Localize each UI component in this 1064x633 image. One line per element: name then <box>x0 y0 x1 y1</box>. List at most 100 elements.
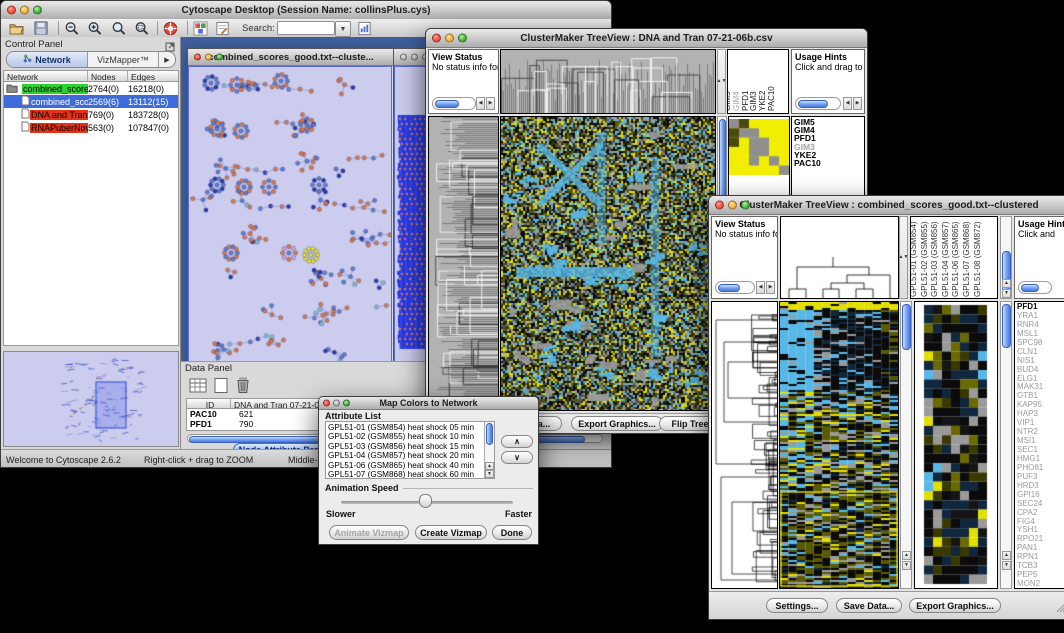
network-overview-panel[interactable] <box>3 351 179 447</box>
minimize-button[interactable] <box>411 54 418 61</box>
settings-button[interactable]: Settings... <box>766 598 828 613</box>
scroll-down-arrow[interactable]: ▼ <box>485 470 494 478</box>
scroll-down-arrow[interactable]: ▼ <box>1002 289 1011 298</box>
attribute-list-item[interactable]: GPL51-06 (GSM865) heat shock 40 min <box>328 461 494 470</box>
close-button[interactable] <box>7 6 16 15</box>
attribute-list-item[interactable]: GPL51-02 (GSM855) heat shock 10 min <box>328 432 494 441</box>
minimize-button[interactable] <box>333 400 340 407</box>
resize-grip[interactable] <box>1055 600 1064 618</box>
dialog-titlebar[interactable]: Map Colors to Network <box>319 397 538 410</box>
close-button[interactable] <box>194 54 201 61</box>
scroll-down-arrow[interactable]: ▼ <box>1002 561 1011 570</box>
zoom-button[interactable] <box>741 201 750 210</box>
scroll-left-arrow[interactable]: ◀ <box>843 97 852 110</box>
heatmap-vscroll[interactable]: ▲ ▼ <box>900 301 912 589</box>
global-heatmap-canvas[interactable] <box>501 117 715 410</box>
zoom-heatmap-canvas[interactable] <box>915 302 997 588</box>
attribute-list-item[interactable]: GPL51-04 (GSM857) heat shock 20 min <box>328 451 494 460</box>
treeview1-titlebar[interactable]: ClusterMaker TreeView : DNA and Tran 07-… <box>426 29 867 48</box>
move-up-button[interactable]: ∧ <box>501 435 533 448</box>
row-dendrogram-panel[interactable] <box>711 301 778 589</box>
zoom-button[interactable] <box>343 400 350 407</box>
speed-slider-thumb[interactable] <box>419 494 432 508</box>
tab-vizmapper[interactable]: VizMapper™ <box>88 52 159 67</box>
tab-network[interactable]: Network <box>7 52 88 67</box>
close-button[interactable] <box>715 201 724 210</box>
global-heatmap-canvas[interactable] <box>780 302 898 588</box>
overview-canvas[interactable] <box>4 352 178 446</box>
column-dendrogram-panel[interactable] <box>500 49 716 114</box>
column-labels-panel: GPL51-01 (GSM854)GPL51-02 (GSM855)GPL51-… <box>910 216 998 299</box>
scroll-up-arrow[interactable]: ▲ <box>902 551 911 560</box>
network-canvas[interactable] <box>189 67 391 361</box>
col-network[interactable]: Network <box>4 71 88 82</box>
close-button[interactable] <box>400 54 407 61</box>
status-hscroll[interactable] <box>432 97 476 110</box>
hints-hscroll[interactable] <box>795 97 841 110</box>
global-heatmap-panel[interactable] <box>500 116 716 411</box>
network-table-row[interactable]: combined_scores2764(0)16218(0) <box>4 82 178 95</box>
attribute-list-item[interactable]: GPL51-01 (GSM854) heat shock 05 min <box>328 423 494 432</box>
dendro-splitter[interactable]: ▲▼ <box>899 216 908 299</box>
hints-hscroll[interactable] <box>1018 281 1052 294</box>
close-button[interactable] <box>323 400 330 407</box>
zoom-button[interactable] <box>216 54 223 61</box>
treeview2-titlebar[interactable]: ClusterMaker TreeView : combined_scores_… <box>709 196 1064 215</box>
column-dendrogram-canvas[interactable] <box>501 50 715 113</box>
network-table-row[interactable]: DNA and Tran 07769(0)183728(0) <box>4 108 178 121</box>
minimize-button[interactable] <box>20 6 29 15</box>
attribute-select-icon[interactable] <box>189 377 207 399</box>
row-dendrogram-canvas[interactable] <box>429 117 498 410</box>
scroll-left-arrow[interactable]: ◀ <box>756 281 765 294</box>
scroll-right-arrow[interactable]: ▶ <box>853 97 862 110</box>
dendro-splitter[interactable]: ▲▼ <box>717 49 726 114</box>
scroll-down-arrow[interactable]: ▼ <box>902 561 911 570</box>
move-down-button[interactable]: ∨ <box>501 451 533 464</box>
attribute-list-item[interactable]: GPL51-03 (GSM856) heat shock 15 min <box>328 442 494 451</box>
zoom-matrix-canvas[interactable] <box>729 119 789 175</box>
scroll-up-arrow[interactable]: ▲ <box>1002 279 1011 288</box>
new-attribute-icon[interactable] <box>213 377 229 399</box>
close-button[interactable] <box>432 34 441 43</box>
main-titlebar[interactable]: Cytoscape Desktop (Session Name: collins… <box>1 1 611 20</box>
row-dendrogram-panel[interactable] <box>428 116 499 411</box>
listbox-vscroll[interactable]: ▲ ▼ <box>484 422 494 478</box>
animate-vizmap-button[interactable]: Animate Vizmap <box>329 525 409 540</box>
window-controls[interactable] <box>7 6 42 15</box>
save-data-button[interactable]: Save Data... <box>836 598 902 613</box>
scroll-up-arrow[interactable]: ▲ <box>485 462 494 470</box>
search-dropdown-button[interactable]: ▼ <box>335 21 351 37</box>
scroll-right-arrow[interactable]: ▶ <box>486 97 495 110</box>
row-dendrogram-canvas[interactable] <box>712 302 777 588</box>
status-hscroll[interactable] <box>715 281 755 294</box>
scroll-right-arrow[interactable]: ▶ <box>766 281 775 294</box>
column-dendrogram-panel[interactable] <box>780 216 899 299</box>
network-table-row[interactable]: RNAPuberNov2+563(0)107847(0) <box>4 121 178 134</box>
done-button[interactable]: Done <box>492 525 532 540</box>
col-id[interactable]: ID <box>187 399 231 409</box>
search-input[interactable] <box>277 21 335 35</box>
delete-attribute-icon[interactable] <box>235 376 251 399</box>
col-nodes[interactable]: Nodes <box>88 71 128 82</box>
column-dendrogram-canvas[interactable] <box>781 217 898 298</box>
network-table-row[interactable]: combined_sco2569(6)13112(15) <box>4 95 178 108</box>
minimize-button[interactable] <box>205 54 212 61</box>
tab-overflow-arrow[interactable]: ▶ <box>159 52 175 67</box>
attribute-listbox[interactable]: GPL51-01 (GSM854) heat shock 05 minGPL51… <box>325 421 495 479</box>
minimize-button[interactable] <box>728 201 737 210</box>
scroll-up-arrow[interactable]: ▲ <box>1002 551 1011 560</box>
zoom-heatmap-panel[interactable] <box>914 301 998 589</box>
gene-list-vscroll[interactable]: ▲ ▼ <box>1000 301 1012 589</box>
col-edges[interactable]: Edges <box>128 71 178 82</box>
network-view-titlebar[interactable]: combined_scores_good.txt--cluste... <box>188 49 394 66</box>
global-heatmap-panel[interactable] <box>779 301 899 589</box>
export-graphics-button[interactable]: Export Graphics... <box>571 416 663 431</box>
export-graphics-button[interactable]: Export Graphics... <box>909 598 1001 613</box>
attribute-list-item[interactable]: GPL51-07 (GSM868) heat shock 60 min <box>328 470 494 479</box>
zoom-button[interactable] <box>33 6 42 15</box>
create-vizmap-button[interactable]: Create Vizmap <box>415 525 487 540</box>
zoom-button[interactable] <box>458 34 467 43</box>
minimize-button[interactable] <box>445 34 454 43</box>
scroll-left-arrow[interactable]: ◀ <box>476 97 485 110</box>
column-labels-vscroll[interactable]: ▲ ▼ <box>1000 216 1012 299</box>
